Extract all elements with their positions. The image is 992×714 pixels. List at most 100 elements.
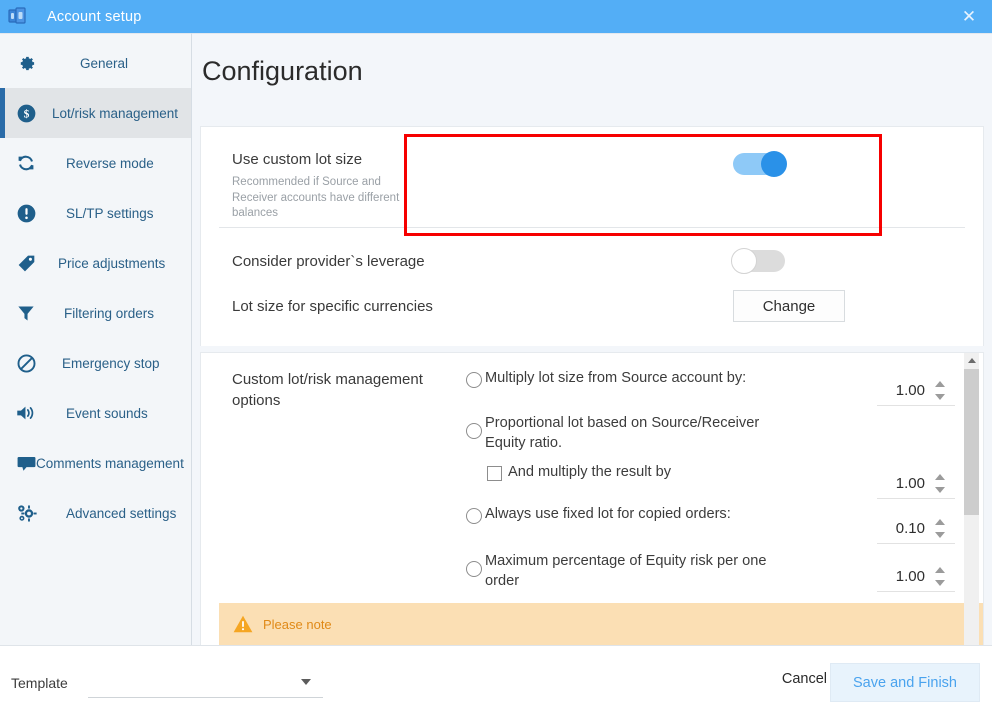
page-title: Configuration	[202, 56, 363, 86]
setting-sublabel: Recommended if Source and Receiver accou…	[232, 176, 400, 219]
sidebar-item-label: Emergency stop	[62, 355, 160, 371]
no-entry-icon	[0, 353, 52, 374]
template-select[interactable]	[88, 668, 323, 698]
sidebar-item-label: SL/TP settings	[66, 205, 154, 221]
spinner-multiply-lot-size: 1.00	[877, 381, 955, 406]
options-group-title: Custom lot/risk management options	[232, 371, 423, 409]
chevron-up-icon[interactable]	[935, 519, 945, 525]
chevron-up-icon[interactable]	[935, 474, 945, 480]
sidebar-item-filtering-orders[interactable]: Filtering orders	[0, 288, 191, 338]
svg-text:$: $	[23, 107, 29, 120]
warning-triangle-icon	[233, 615, 253, 633]
account-setup-window: Account setup ✕ General $ Lot/risk manag…	[0, 0, 992, 714]
vertical-scrollbar[interactable]	[964, 353, 979, 645]
please-note-text: Please note	[263, 616, 332, 632]
use-custom-lot-size-toggle[interactable]	[733, 151, 787, 177]
option-label: Always use fixed lot for copied orders:	[485, 506, 731, 522]
spinner-value[interactable]: 0.10	[877, 520, 925, 537]
change-button[interactable]: Change	[733, 290, 845, 322]
window-body: General $ Lot/risk management Reverse mo…	[0, 33, 992, 645]
triangle-up-icon	[967, 357, 976, 363]
toggle-knob	[731, 248, 757, 274]
chevron-up-icon[interactable]	[935, 381, 945, 387]
sidebar-item-label: Price adjustments	[58, 255, 166, 271]
option-label: And multiply the result by	[508, 464, 672, 480]
scroll-up-button[interactable]	[964, 353, 979, 367]
refresh-arrows-icon	[0, 153, 52, 173]
radio-max-equity-risk[interactable]	[466, 561, 482, 577]
please-note-banner: Please note	[219, 603, 983, 645]
option-row: And multiply the result by 1.00	[466, 463, 955, 505]
spinner-value[interactable]: 1.00	[877, 568, 925, 585]
option-label: Multiply lot size from Source account by…	[485, 370, 747, 386]
sidebar-item-comments-management[interactable]: Comments management	[0, 438, 191, 488]
chevron-down-icon[interactable]	[935, 580, 945, 586]
setting-row-consider-provider-leverage: Consider provider`s leverage	[201, 228, 983, 276]
setting-row-lot-size-specific-currencies: Lot size for specific currencies Change	[201, 276, 983, 322]
chevron-up-icon[interactable]	[935, 567, 945, 573]
option-row: Always use fixed lot for copied orders: …	[466, 505, 955, 549]
chevron-down-icon[interactable]	[935, 487, 945, 493]
exclamation-circle-icon	[0, 203, 52, 224]
copy-documents-icon	[0, 0, 34, 33]
dollar-circle-icon: $	[0, 103, 52, 124]
checkbox-and-multiply-result[interactable]	[487, 466, 502, 481]
spinner-arrows	[935, 519, 945, 538]
setting-label: Consider provider`s leverage	[232, 252, 425, 270]
sidebar-item-label: General	[80, 55, 129, 71]
toggle-knob	[761, 151, 787, 177]
sidebar-item-price-adjustments[interactable]: Price adjustments	[0, 238, 191, 288]
gear-icon	[0, 54, 52, 73]
window-titlebar: Account setup ✕	[0, 0, 992, 33]
sidebar-item-label: Event sounds	[66, 405, 148, 421]
setting-label: Use custom lot size	[232, 151, 363, 168]
sidebar-item-reverse-mode[interactable]: Reverse mode	[0, 138, 191, 188]
spinner-value[interactable]: 1.00	[877, 475, 925, 492]
custom-options-card: Custom lot/risk management options Multi…	[200, 352, 984, 645]
radio-proportional-lot[interactable]	[466, 423, 482, 439]
close-icon[interactable]: ✕	[946, 0, 992, 33]
spinner-and-multiply-result: 1.00	[877, 474, 955, 499]
save-and-finish-button[interactable]: Save and Finish	[830, 663, 980, 702]
option-label: Proportional lot based on Source/Receive…	[485, 415, 760, 451]
cancel-button[interactable]: Cancel	[782, 671, 827, 687]
window-title: Account setup	[47, 8, 142, 25]
spinner-value[interactable]: 1.00	[877, 382, 925, 399]
option-row: Proportional lot based on Source/Receive…	[466, 411, 955, 463]
consider-provider-leverage-toggle[interactable]	[731, 248, 785, 274]
chevron-down-icon[interactable]	[935, 394, 945, 400]
template-label: Template	[11, 675, 68, 691]
sidebar-item-label: Comments management	[36, 455, 184, 471]
sidebar-item-emergency-stop[interactable]: Emergency stop	[0, 338, 191, 388]
setting-row-use-custom-lot-size: Use custom lot size Recommended if Sourc…	[201, 127, 983, 227]
gears-icon	[0, 503, 52, 524]
speaker-icon	[0, 403, 52, 423]
option-row: Multiply lot size from Source account by…	[466, 369, 955, 411]
sidebar-item-advanced-settings[interactable]: Advanced settings	[0, 488, 191, 538]
main-content: Configuration Use custom lot size Recomm…	[192, 33, 992, 645]
setting-label: Lot size for specific currencies	[232, 297, 433, 315]
sidebar-item-lot-risk-management[interactable]: $ Lot/risk management	[0, 88, 191, 138]
sidebar-item-general[interactable]: General	[0, 38, 191, 88]
sidebar: General $ Lot/risk management Reverse mo…	[0, 33, 192, 645]
sidebar-item-label: Reverse mode	[66, 155, 154, 171]
option-row: Maximum percentage of Equity risk per on…	[466, 549, 955, 601]
spinner-max-equity-risk: 1.00	[877, 567, 955, 592]
scrollbar-thumb[interactable]	[964, 369, 979, 515]
radio-always-fixed-lot[interactable]	[466, 508, 482, 524]
sidebar-item-event-sounds[interactable]: Event sounds	[0, 388, 191, 438]
options-inner: Custom lot/risk management options Multi…	[201, 353, 983, 645]
spinner-arrows	[935, 474, 945, 493]
radio-multiply-lot-size[interactable]	[466, 372, 482, 388]
funnel-icon	[0, 303, 52, 323]
spinner-arrows	[935, 567, 945, 586]
sidebar-item-label: Filtering orders	[64, 305, 155, 321]
sidebar-item-label: Lot/risk management	[52, 105, 179, 121]
spinner-always-fixed-lot: 0.10	[877, 519, 955, 544]
spinner-arrows	[935, 381, 945, 400]
option-label: Maximum percentage of Equity risk per on…	[485, 553, 767, 589]
chevron-down-icon[interactable]	[935, 532, 945, 538]
price-tag-icon	[0, 253, 52, 274]
sidebar-item-label: Advanced settings	[66, 505, 177, 521]
sidebar-item-sl-tp-settings[interactable]: SL/TP settings	[0, 188, 191, 238]
